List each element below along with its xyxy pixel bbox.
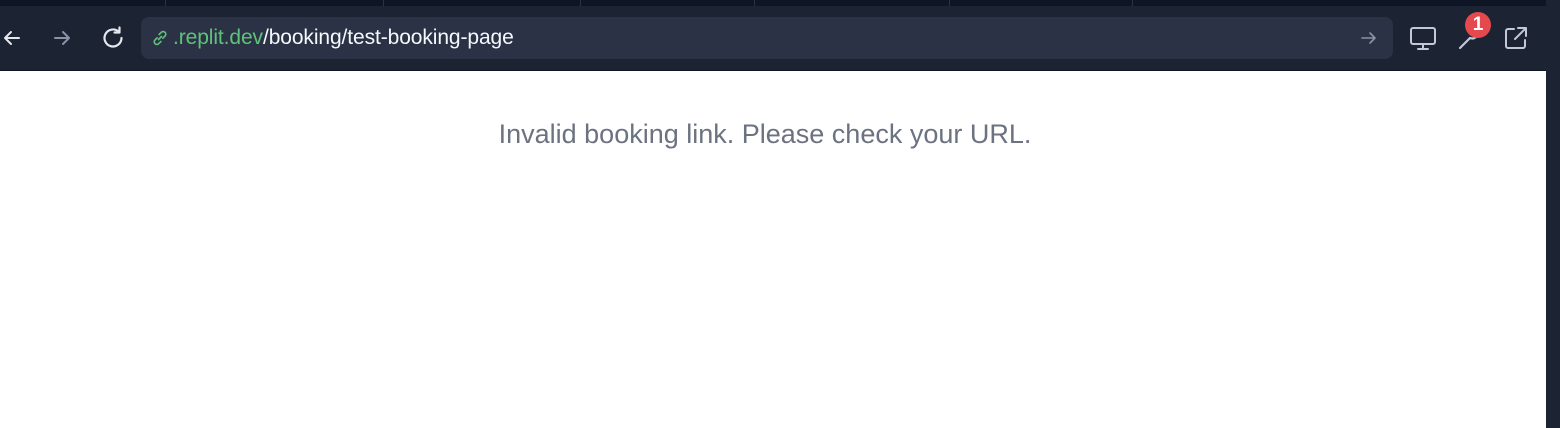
url-host: .replit.dev — [173, 26, 263, 49]
back-button[interactable] — [0, 20, 30, 56]
open-new-tab-button[interactable] — [1500, 22, 1532, 54]
url-path: /booking/test-booking-page — [262, 26, 514, 49]
reload-button[interactable] — [95, 20, 131, 56]
page-viewport: Invalid booking link. Please check your … — [0, 71, 1546, 428]
monitor-icon — [1410, 27, 1436, 50]
arrow-left-icon — [4, 31, 20, 45]
link-icon — [150, 28, 170, 48]
arrow-right-icon — [54, 31, 70, 45]
notification-badge: 1 — [1465, 12, 1491, 38]
address-bar[interactable]: .replit.dev/booking/test-booking-page — [141, 17, 1393, 59]
go-button[interactable] — [1359, 28, 1379, 48]
window-edge — [1546, 0, 1560, 428]
arrow-right-icon — [1361, 32, 1376, 44]
external-link-icon — [1505, 27, 1527, 49]
browser-toolbar: .replit.dev/booking/test-booking-page 1 — [0, 6, 1546, 71]
forward-button[interactable] — [44, 20, 80, 56]
error-message: Invalid booking link. Please check your … — [498, 119, 1032, 149]
browser-window: .replit.dev/booking/test-booking-page 1 — [0, 0, 1560, 428]
reload-icon — [103, 26, 123, 48]
devices-button[interactable] — [1407, 22, 1439, 54]
url-text: .replit.dev/booking/test-booking-page — [173, 26, 514, 50]
